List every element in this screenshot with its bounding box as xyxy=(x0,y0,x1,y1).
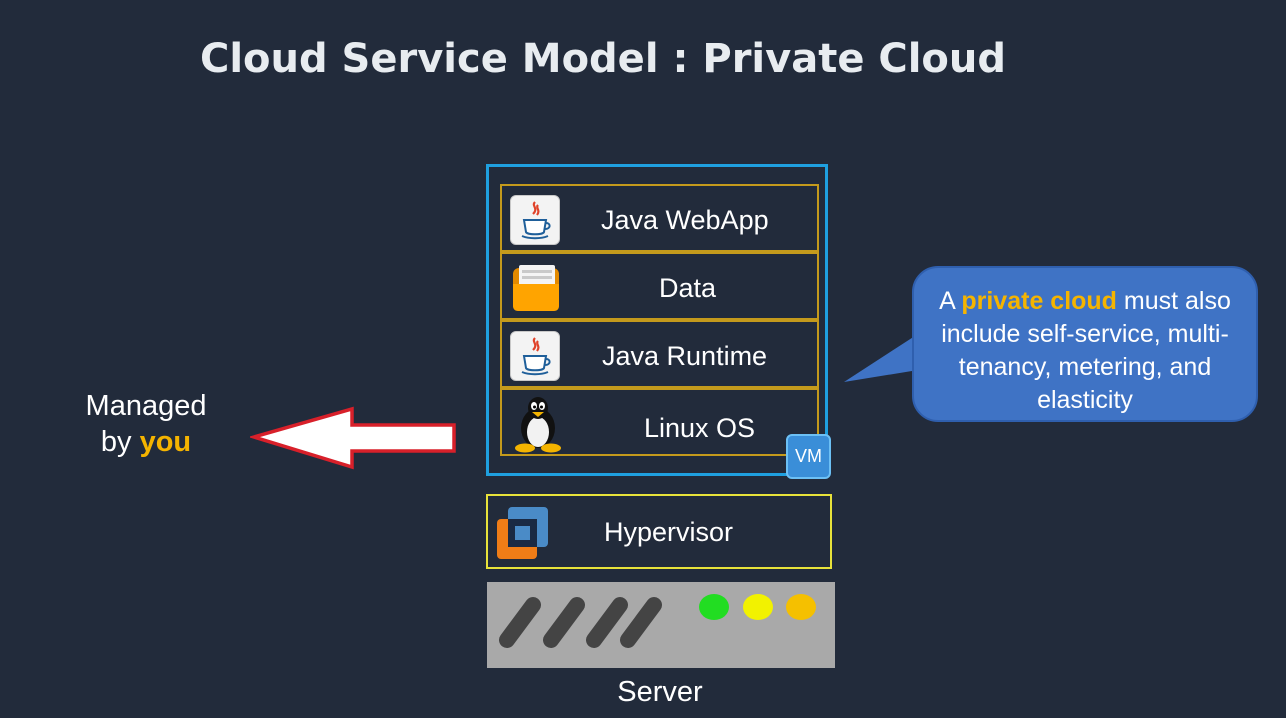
server-unit xyxy=(487,582,835,668)
callout-prefix: A xyxy=(939,287,962,315)
layer-label: Data xyxy=(659,273,717,303)
java-icon xyxy=(510,331,560,381)
java-icon xyxy=(510,195,560,245)
left-arrow-icon xyxy=(250,406,456,470)
server-label: Server xyxy=(617,676,703,708)
layer-java-runtime: Java Runtime xyxy=(500,320,819,388)
status-light xyxy=(786,594,816,620)
callout-tail xyxy=(844,334,918,382)
layer-label: Linux OS xyxy=(644,413,756,443)
status-light xyxy=(699,594,729,620)
managed-line1: Managed xyxy=(85,390,207,422)
managed-highlight: you xyxy=(139,426,192,458)
layer-java-webapp: Java WebApp xyxy=(500,184,819,252)
managed-by-label: Managed by you xyxy=(60,388,232,460)
hypervisor-label: Hypervisor xyxy=(604,517,734,547)
status-light xyxy=(743,594,773,620)
layer-linux-os: Linux OS xyxy=(500,388,819,456)
folder-icon xyxy=(510,262,562,314)
server-vents xyxy=(499,597,662,648)
vm-badge: VM xyxy=(786,434,831,479)
tux-penguin-icon xyxy=(510,394,566,454)
vmware-logo-icon xyxy=(494,505,552,563)
layer-label: Java WebApp xyxy=(601,205,769,235)
managed-prefix: by xyxy=(100,426,140,458)
hypervisor-layer: Hypervisor xyxy=(486,494,832,569)
callout-bubble: A private cloud must also include self-s… xyxy=(912,266,1258,422)
layer-data: Data xyxy=(500,252,819,320)
callout-highlight: private cloud xyxy=(961,287,1117,315)
layer-label: Java Runtime xyxy=(602,341,768,371)
page-title: Cloud Service Model : Private Cloud xyxy=(199,36,1007,82)
managed-line2: by you xyxy=(60,424,232,460)
